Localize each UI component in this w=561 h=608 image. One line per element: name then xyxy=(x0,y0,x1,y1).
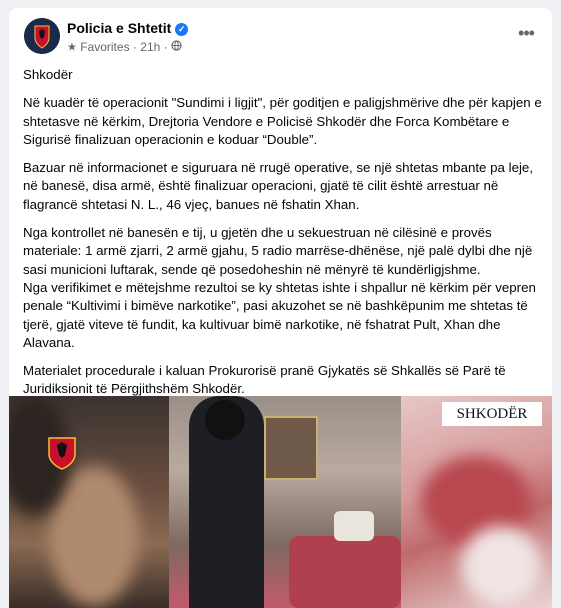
post-meta: ★ Favorites · 21h · xyxy=(67,39,182,54)
post-paragraph: Shkodër xyxy=(23,67,73,82)
post-paragraph: Nga kontrollet në banesën e tij, u gjetë… xyxy=(23,225,536,350)
post-paragraph: Materialet procedurale i kaluan Prokuror… xyxy=(23,363,506,397)
post-card: Policia e Shtetit ✓ ★ Favorites · 21h · •… xyxy=(9,8,552,608)
post-paragraph: Në kuadër të operacionit "Sundimi i ligj… xyxy=(23,95,542,147)
media-panel-right xyxy=(401,396,552,608)
page-name-text[interactable]: Policia e Shtetit xyxy=(67,20,171,36)
more-options-icon[interactable]: ••• xyxy=(514,22,538,46)
sofa xyxy=(289,536,401,608)
media-panel-center xyxy=(169,396,401,608)
audience-label[interactable]: Favorites xyxy=(80,40,129,54)
location-watermark: SHKODËR xyxy=(442,402,542,426)
verified-badge-icon: ✓ xyxy=(175,23,189,36)
post-paragraph: Bazuar në informacionet e siguruara në r… xyxy=(23,160,534,212)
page-name[interactable]: Policia e Shtetit ✓ xyxy=(67,20,189,36)
wall-tapestry xyxy=(264,416,318,480)
post-time[interactable]: 21h xyxy=(140,40,160,54)
post-media[interactable]: SHKODËR xyxy=(9,396,552,608)
police-emblem-icon xyxy=(24,18,60,54)
star-icon: ★ xyxy=(67,41,77,54)
post-header: Policia e Shtetit ✓ ★ Favorites · 21h · •… xyxy=(9,8,552,60)
media-panel-left xyxy=(9,396,169,608)
globe-icon xyxy=(171,40,182,54)
police-emblem-icon xyxy=(48,437,76,470)
post-text: Shkodër Në kuadër të operacionit "Sundim… xyxy=(23,66,543,409)
page-avatar[interactable] xyxy=(24,18,60,54)
